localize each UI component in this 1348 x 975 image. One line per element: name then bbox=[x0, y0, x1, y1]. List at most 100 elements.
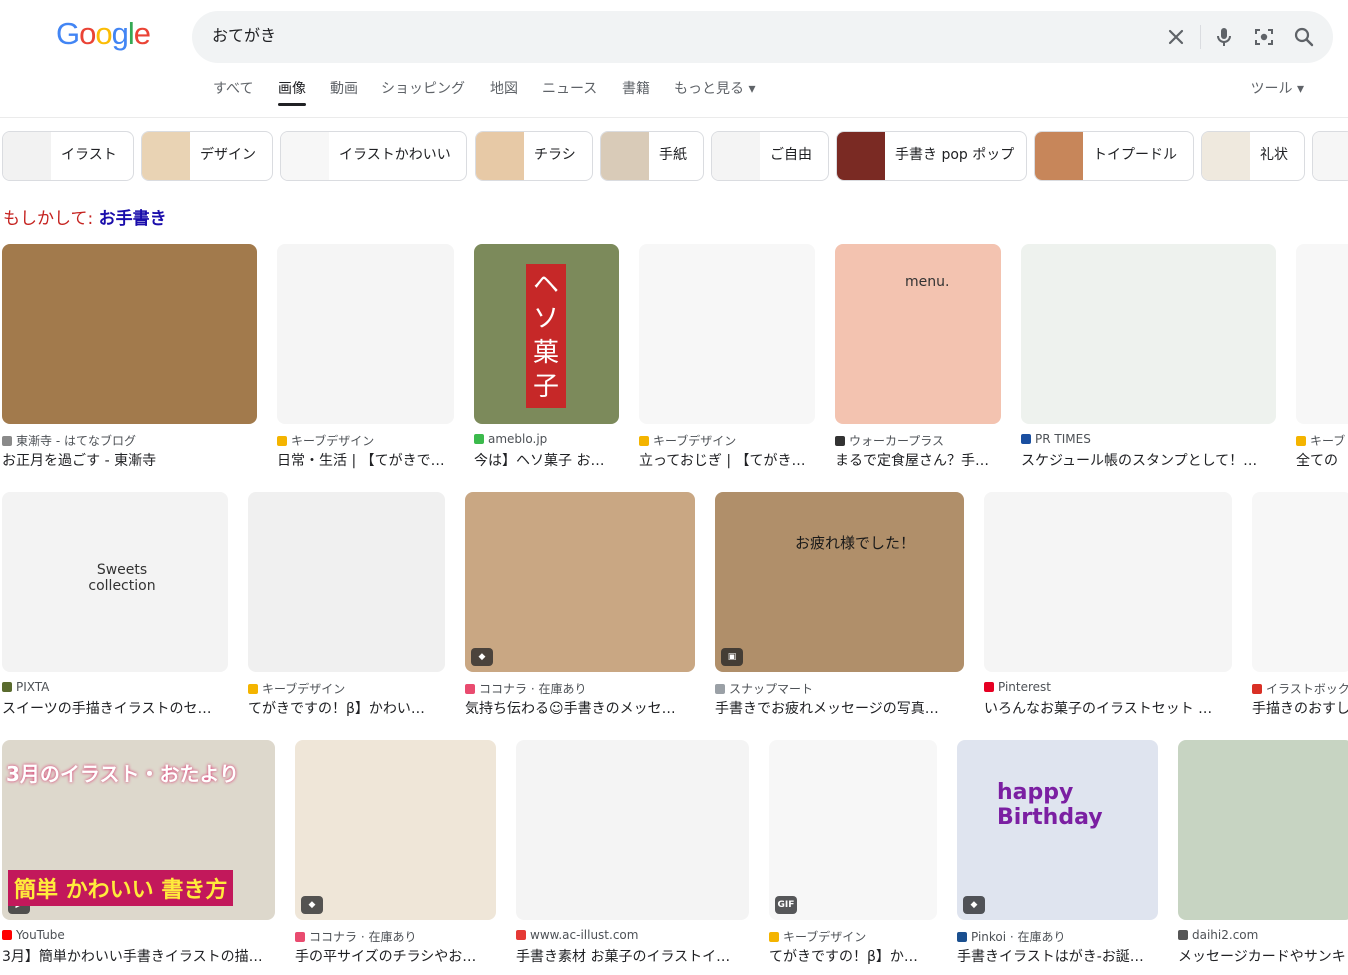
search-icon[interactable] bbox=[1292, 25, 1316, 49]
chip-design[interactable]: デザイン bbox=[141, 131, 273, 181]
result-title[interactable]: 手の平サイズのチラシやお… bbox=[295, 946, 496, 966]
result-title[interactable]: 立っておじぎ | 【てがき… bbox=[639, 450, 815, 470]
result-thumbnail[interactable] bbox=[277, 244, 454, 424]
result-source[interactable]: キーブ bbox=[1296, 432, 1348, 449]
google-logo[interactable]: Google bbox=[56, 16, 151, 52]
result-title[interactable]: 全ての bbox=[1296, 450, 1348, 470]
result-source[interactable]: キーブデザイン bbox=[769, 928, 937, 945]
tab-images[interactable]: 画像 bbox=[278, 78, 306, 106]
chip-illust[interactable]: イラスト bbox=[2, 131, 134, 181]
result-thumbnail[interactable] bbox=[1296, 244, 1348, 424]
result-title[interactable]: 手書きでお疲れメッセージの写真… bbox=[715, 698, 964, 718]
image-result[interactable]: ◆ ココナラ · 在庫あり 気持ち伝わる☺手書きのメッセ… bbox=[465, 492, 695, 718]
camera-lens-icon[interactable] bbox=[1252, 25, 1276, 49]
result-thumbnail[interactable]: ヘソ菓子 bbox=[474, 244, 619, 424]
result-thumbnail[interactable]: ◆ happy Birthday bbox=[957, 740, 1158, 920]
result-source[interactable]: daihi2.com bbox=[1178, 928, 1348, 942]
result-thumbnail[interactable]: ◆ bbox=[295, 740, 496, 920]
result-source[interactable]: ウォーカープラス bbox=[835, 432, 1001, 449]
tab-videos[interactable]: 動画 bbox=[330, 78, 358, 104]
result-thumbnail[interactable] bbox=[516, 740, 749, 920]
result-thumbnail[interactable]: ▶3月のイラスト・おたより簡単 かわいい 書き方 bbox=[2, 740, 275, 920]
result-source[interactable]: キーブデザイン bbox=[639, 432, 815, 449]
tab-books[interactable]: 書籍 bbox=[622, 78, 650, 104]
image-result[interactable]: キーブデザイン 立っておじぎ | 【てがき… bbox=[639, 244, 815, 470]
result-thumbnail[interactable]: ▣ お疲れ様でした！ bbox=[715, 492, 964, 672]
result-source[interactable]: ameblo.jp bbox=[474, 432, 619, 446]
did-you-mean-link[interactable]: お手書き bbox=[99, 209, 167, 229]
chip-thank-you-letter[interactable]: 礼状 bbox=[1201, 131, 1305, 181]
image-result[interactable]: 東漸寺 - はてなブログ お正月を過ごす - 東漸寺 bbox=[2, 244, 257, 470]
result-title[interactable]: スイーツの手描きイラストのセ… bbox=[2, 698, 228, 718]
chip-flyer[interactable]: チラシ bbox=[475, 131, 593, 181]
result-title[interactable]: 気持ち伝わる☺手書きのメッセ… bbox=[465, 698, 695, 718]
image-result[interactable]: Pinterest いろんなお菓子のイラストセット … bbox=[984, 492, 1232, 718]
result-title[interactable]: いろんなお菓子のイラストセット … bbox=[984, 698, 1232, 718]
result-source[interactable]: Pinterest bbox=[984, 680, 1232, 694]
image-result[interactable]: menu. ウォーカープラス まるで定食屋さん？手… bbox=[835, 244, 1001, 470]
image-result[interactable]: キーブ 全ての bbox=[1296, 244, 1348, 470]
result-source[interactable]: PIXTA bbox=[2, 680, 228, 694]
result-title[interactable]: てがきですの！β】か… bbox=[769, 946, 937, 966]
image-result[interactable]: キーブデザイン てがきですの！β】かわい… bbox=[248, 492, 445, 718]
result-title[interactable]: スケジュール帳のスタンプとして！… bbox=[1021, 450, 1276, 470]
image-result[interactable]: ▶3月のイラスト・おたより簡単 かわいい 書き方 YouTube 3月】簡単かわいい… bbox=[2, 740, 275, 966]
result-title[interactable]: 日常・生活 | 【てがきで… bbox=[277, 450, 454, 470]
result-thumbnail[interactable]: menu. bbox=[835, 244, 1001, 424]
result-title[interactable]: てがきですの！β】かわい… bbox=[248, 698, 445, 718]
result-title[interactable]: お正月を過ごす - 東漸寺 bbox=[2, 450, 257, 470]
image-result[interactable]: キーブデザイン 日常・生活 | 【てがきで… bbox=[277, 244, 454, 470]
result-source[interactable]: YouTube bbox=[2, 928, 275, 942]
tab-maps[interactable]: 地図 bbox=[490, 78, 518, 104]
result-title[interactable]: 手書きイラストはがき-お誕… bbox=[957, 946, 1158, 966]
result-source[interactable]: ココナラ · 在庫あり bbox=[295, 928, 496, 945]
tab-news[interactable]: ニュース bbox=[542, 78, 597, 104]
result-thumbnail[interactable] bbox=[1021, 244, 1276, 424]
chip-handwritten-pop[interactable]: 手書き pop ポップ bbox=[836, 131, 1027, 181]
result-source[interactable]: ココナラ · 在庫あり bbox=[465, 680, 695, 697]
tab-more[interactable]: もっと見る ▾ bbox=[674, 78, 755, 104]
result-title[interactable]: まるで定食屋さん？手… bbox=[835, 450, 1001, 470]
tools-button[interactable]: ツール ▾ bbox=[1251, 78, 1304, 100]
image-result[interactable]: ◆ happy Birthday Pinkoi · 在庫あり 手書きイラストはがき-お… bbox=[957, 740, 1158, 966]
result-title[interactable]: 3月】簡単かわいい手書きイラストの描… bbox=[2, 946, 275, 966]
result-title[interactable]: 今は】ヘソ菓子 お… bbox=[474, 450, 619, 470]
result-source[interactable]: Pinkoi · 在庫あり bbox=[957, 928, 1158, 945]
result-title[interactable]: 手書き素材 お菓子のイラストイ… bbox=[516, 946, 749, 966]
result-source[interactable]: キーブデザイン bbox=[248, 680, 445, 697]
result-thumbnail[interactable]: GIF bbox=[769, 740, 937, 920]
result-source[interactable]: 東漸寺 - はてなブログ bbox=[2, 432, 257, 449]
chip-more[interactable] bbox=[1312, 131, 1348, 181]
result-source[interactable]: www.ac-illust.com bbox=[516, 928, 749, 942]
result-title[interactable]: メッセージカードやサンキ bbox=[1178, 946, 1348, 966]
chip-illust-kawaii[interactable]: イラストかわいい bbox=[280, 131, 467, 181]
microphone-icon[interactable] bbox=[1212, 25, 1236, 49]
image-result[interactable]: ◆ ココナラ · 在庫あり 手の平サイズのチラシやお… bbox=[295, 740, 496, 966]
image-result[interactable]: ヘソ菓子 ameblo.jp 今は】ヘソ菓子 お… bbox=[474, 244, 619, 470]
image-result[interactable]: Sweets collection PIXTA スイーツの手描きイラストのセ… bbox=[2, 492, 228, 718]
result-thumbnail[interactable] bbox=[639, 244, 815, 424]
tab-shopping[interactable]: ショッピング bbox=[381, 78, 465, 104]
result-source[interactable]: スナップマート bbox=[715, 680, 964, 697]
result-thumbnail[interactable]: Sweets collection bbox=[2, 492, 228, 672]
result-source[interactable]: イラストボック bbox=[1252, 680, 1348, 697]
image-result[interactable]: ▣ お疲れ様でした！ スナップマート 手書きでお疲れメッセージの写真… bbox=[715, 492, 964, 718]
clear-icon[interactable] bbox=[1164, 25, 1188, 49]
result-title[interactable]: 手描きのおすし bbox=[1252, 698, 1348, 718]
result-thumbnail[interactable]: ◆ bbox=[465, 492, 695, 672]
result-thumbnail[interactable] bbox=[984, 492, 1232, 672]
chip-letter[interactable]: 手紙 bbox=[600, 131, 704, 181]
result-thumbnail[interactable] bbox=[248, 492, 445, 672]
result-source[interactable]: キーブデザイン bbox=[277, 432, 454, 449]
tab-all[interactable]: すべて bbox=[213, 78, 253, 104]
search-input[interactable]: おてがき bbox=[212, 11, 276, 63]
image-result[interactable]: www.ac-illust.com 手書き素材 お菓子のイラストイ… bbox=[516, 740, 749, 966]
result-source[interactable]: PR TIMES bbox=[1021, 432, 1276, 446]
result-thumbnail[interactable] bbox=[1178, 740, 1348, 920]
image-result[interactable]: イラストボック 手描きのおすし bbox=[1252, 492, 1348, 718]
image-result[interactable]: GIF キーブデザイン てがきですの！β】か… bbox=[769, 740, 937, 966]
image-result[interactable]: PR TIMES スケジュール帳のスタンプとして！… bbox=[1021, 244, 1276, 470]
image-result[interactable]: daihi2.com メッセージカードやサンキ bbox=[1178, 740, 1348, 966]
result-thumbnail[interactable] bbox=[2, 244, 257, 424]
result-thumbnail[interactable] bbox=[1252, 492, 1348, 672]
